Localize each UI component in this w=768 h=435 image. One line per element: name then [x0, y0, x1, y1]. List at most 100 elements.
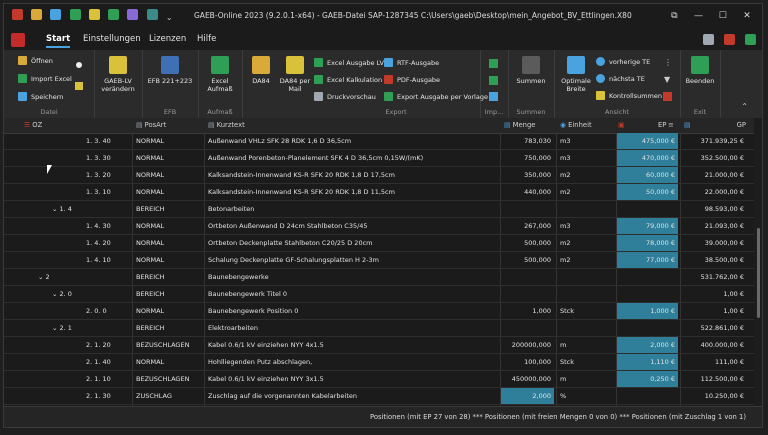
excel-icon[interactable] — [69, 9, 81, 20]
gaeb-lv-button[interactable]: GAEB-LV verändern — [96, 56, 140, 93]
table-row[interactable]: ⌄ 2. 0 BEREICH Baunebengewerk Titel 0 1,00 … — [4, 286, 762, 303]
col-gp-header[interactable]: ▤ GP — [684, 121, 748, 129]
table-row[interactable]: 1. 3. 10 NORMAL Kalksandstein-Innenwand KS… — [4, 184, 762, 201]
col-menge-header[interactable]: ▤ Menge — [504, 121, 535, 129]
cell-menge[interactable] — [501, 320, 554, 336]
table-icon[interactable] — [108, 9, 120, 20]
cell-ep[interactable]: 79,000 € — [617, 218, 678, 234]
efb-button[interactable]: EFB 221+223 — [144, 56, 196, 85]
cell-ep[interactable]: 60,000 € — [617, 167, 678, 183]
kontrollsummen-button[interactable]: Kontrollsummen — [596, 91, 662, 100]
table-row[interactable]: ⌄ 2. 1 BEREICH Elektroarbeiten 522.861,00 € — [4, 320, 762, 337]
summen-button[interactable]: Summen — [510, 56, 552, 85]
cell-menge[interactable]: 750,000 — [501, 150, 554, 166]
excel-ausgabe-lv-button[interactable]: Excel Ausgabe LV — [314, 58, 384, 67]
scrollbar-thumb[interactable] — [757, 228, 760, 318]
table-row[interactable]: 1. 3. 30 NORMAL Außenwand Porenbeton-Plane… — [4, 150, 762, 167]
cell-menge[interactable] — [501, 286, 554, 302]
cell-ep[interactable]: 475,000 € — [617, 133, 678, 149]
col-einheit-header[interactable]: ◉ Einheit — [560, 121, 592, 129]
import-excel-icon[interactable] — [489, 76, 498, 85]
rtf-ausgabe-button[interactable]: RTF-Ausgabe — [384, 58, 439, 67]
update-icon[interactable] — [745, 34, 756, 45]
tab-einstellungen[interactable]: Einstellungen — [83, 34, 141, 44]
vertical-scrollbar[interactable] — [754, 118, 762, 408]
grid-icon[interactable] — [146, 9, 158, 20]
filter-icon[interactable]: ▼ — [664, 75, 670, 84]
import-gaeb-icon[interactable] — [489, 92, 498, 101]
vorherige-te-button[interactable]: vorherige TE — [596, 57, 650, 66]
cell-ep[interactable] — [617, 286, 678, 302]
help-icon[interactable] — [723, 34, 735, 45]
small-doc-icon[interactable] — [75, 82, 83, 90]
tab-lizenzen[interactable]: Lizenzen — [149, 34, 186, 44]
col-ep-header[interactable]: ▣ EP ≡ — [618, 121, 678, 129]
close-icon[interactable]: ✕ — [736, 8, 758, 24]
cell-ep[interactable] — [617, 269, 678, 285]
cell-ep[interactable]: 470,000 € — [617, 150, 678, 166]
table-row[interactable]: ⌄ 1. 4 BEREICH Betonarbeiten 98.593,00 € — [4, 201, 762, 218]
maximize-icon[interactable]: ☐ — [712, 8, 734, 24]
customize-chevron-icon[interactable]: ⌄ — [166, 13, 177, 24]
restore-icon[interactable]: ⧉ — [663, 8, 685, 24]
cell-menge[interactable]: 440,000 — [501, 184, 554, 200]
cell-menge[interactable]: 100,000 — [501, 354, 554, 370]
marker-icon[interactable] — [663, 92, 672, 101]
collapse-ribbon-icon[interactable]: ⌃ — [741, 102, 748, 111]
settings-icon[interactable] — [702, 34, 714, 45]
filter-icon[interactable]: ≡ — [668, 121, 674, 129]
col-oz-header[interactable]: ☰ OZ — [24, 121, 42, 129]
save-icon[interactable] — [50, 9, 62, 20]
cell-ep[interactable]: 2,000 € — [617, 337, 678, 353]
table-row[interactable]: ⌄ 2 BEREICH Baunebengewerke 531.762,00 € — [4, 269, 762, 286]
cell-ep[interactable]: 0,250 € — [617, 371, 678, 387]
cell-menge[interactable]: 1,000 — [501, 303, 554, 319]
cell-ep[interactable]: 1,110 € — [617, 354, 678, 370]
cell-menge[interactable]: 500,000 — [501, 252, 554, 268]
col-posart-header[interactable]: ▤ PosArt — [136, 121, 166, 129]
cell-menge[interactable]: 350,000 — [501, 167, 554, 183]
import-excel-button[interactable]: Import Excel — [18, 74, 72, 83]
optimale-breite-button[interactable]: Optimale Breite — [556, 56, 596, 93]
cell-menge[interactable]: 200000,000 — [501, 337, 554, 353]
excel-aufmass-button[interactable]: Excel Aufmaß — [200, 56, 240, 93]
table-row[interactable]: 2. 1. 30 ZUSCHLAG Zuschlag auf die vorgena… — [4, 388, 762, 405]
cell-ep[interactable] — [617, 201, 678, 217]
tab-start[interactable]: Start — [46, 34, 71, 48]
open-icon[interactable] — [31, 9, 43, 20]
druckvorschau-button[interactable]: Druckvorschau — [314, 92, 376, 101]
cell-ep[interactable] — [617, 388, 678, 404]
cell-menge[interactable]: 450000,000 — [501, 371, 554, 387]
table-row[interactable]: 2. 0. 0 NORMAL Baunebengewerk Position 0 1,… — [4, 303, 762, 320]
cell-ep[interactable] — [617, 320, 678, 336]
save-button[interactable]: Speichern — [18, 92, 63, 101]
cell-ep[interactable]: 77,000 € — [617, 252, 678, 268]
table-row[interactable]: 2. 1. 40 NORMAL Hohlliegenden Putz abschla… — [4, 354, 762, 371]
excel-kalkulation-button[interactable]: Excel Kalkulation — [314, 75, 382, 84]
table-row[interactable]: 1. 3. 40 NORMAL Außenwand VHLz SFK 28 RDK … — [4, 133, 762, 150]
cell-menge[interactable]: 500,000 — [501, 235, 554, 251]
print-icon[interactable] — [127, 9, 139, 20]
cell-menge[interactable]: 2,000 — [501, 388, 554, 404]
import-icon[interactable] — [489, 59, 498, 68]
cell-menge[interactable]: 783,030 — [501, 133, 554, 149]
minimize-icon[interactable]: — — [688, 8, 710, 24]
cell-menge[interactable] — [501, 269, 554, 285]
col-kurztext-header[interactable]: ▤ Kurztext — [208, 121, 245, 129]
cell-ep[interactable]: 1,000 € — [617, 303, 678, 319]
export-vorlage-button[interactable]: Export Ausgabe per Vorlage — [384, 92, 488, 101]
table-row[interactable]: 1. 4. 30 NORMAL Ortbeton Außenwand D 24cm … — [4, 218, 762, 235]
da84-mail-button[interactable]: DA84 per Mail — [278, 56, 312, 93]
more-icon[interactable]: ⋮ — [664, 58, 672, 67]
open-button[interactable]: Öffnen — [18, 56, 53, 65]
export-icon[interactable] — [88, 9, 100, 20]
cell-menge[interactable] — [501, 201, 554, 217]
tab-hilfe[interactable]: Hilfe — [197, 34, 216, 44]
table-row[interactable]: 1. 3. 20 NORMAL Kalksandstein-Innenwand KS… — [4, 167, 762, 184]
pdf-ausgabe-button[interactable]: PDF-Ausgabe — [384, 75, 440, 84]
table-row[interactable]: 1. 4. 20 NORMAL Ortbeton Deckenplatte Stah… — [4, 235, 762, 252]
naechste-te-button[interactable]: nächsta TE — [596, 74, 645, 83]
cell-ep[interactable]: 78,000 € — [617, 235, 678, 251]
table-row[interactable]: 2. 1. 20 BEZUSCHLAGEN Kabel 0.6/1 kV einzi… — [4, 337, 762, 354]
cell-ep[interactable]: 50,000 € — [617, 184, 678, 200]
